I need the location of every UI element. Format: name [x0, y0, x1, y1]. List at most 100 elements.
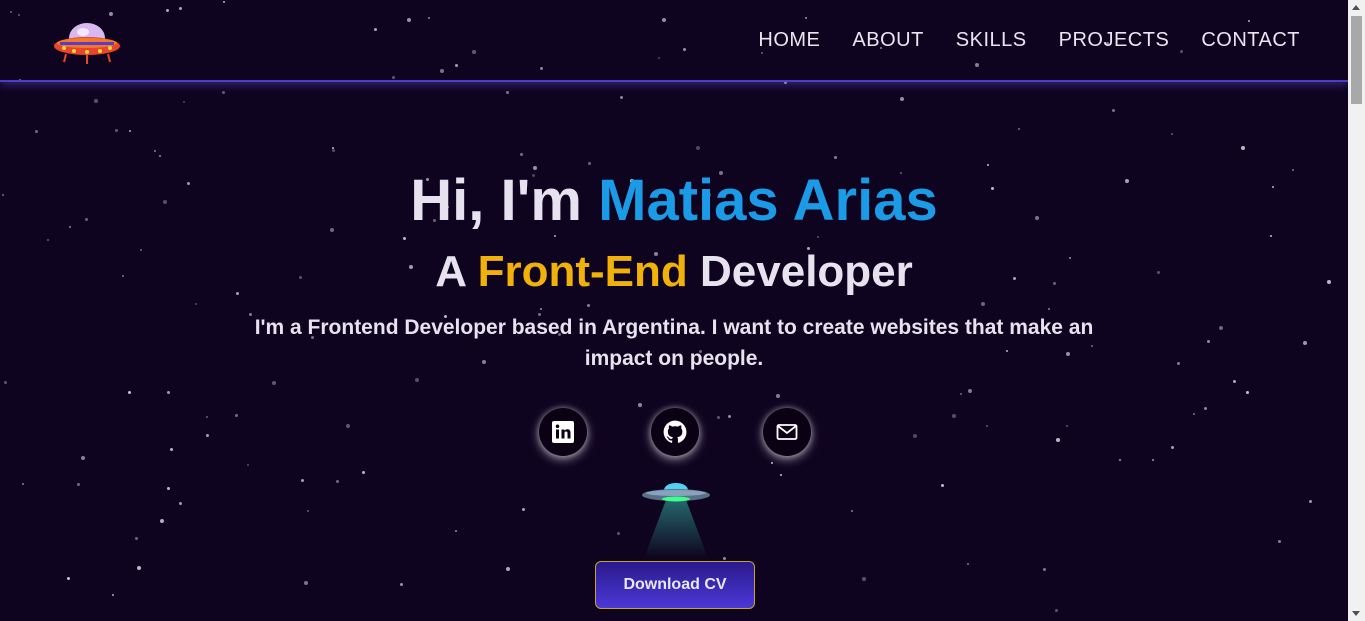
star-dot [1219, 326, 1223, 330]
mail-link[interactable] [763, 408, 811, 456]
ufo-logo-icon[interactable] [52, 18, 122, 68]
star-dot [206, 434, 209, 437]
star-dot [235, 414, 238, 417]
star-dot [1309, 500, 1312, 503]
star-dot [112, 594, 114, 596]
star-dot [332, 147, 334, 149]
star-dot [967, 563, 969, 565]
star-dot [1246, 391, 1249, 394]
star-dot [817, 236, 819, 238]
star-dot [780, 474, 782, 476]
star-dot [952, 414, 956, 418]
star-dot [115, 129, 118, 132]
star-dot [1233, 380, 1236, 383]
star-dot [35, 130, 38, 133]
star-dot [346, 424, 350, 428]
star-dot [415, 378, 419, 382]
star-dot [862, 577, 866, 581]
star-dot [1066, 425, 1068, 427]
page-scrollbar[interactable] [1348, 0, 1365, 621]
star-dot [67, 577, 70, 580]
star-dot [301, 479, 304, 482]
star-dot [400, 583, 403, 586]
github-link[interactable] [651, 408, 699, 456]
star-dot [522, 508, 525, 511]
star-dot [1207, 340, 1210, 343]
star-dot [94, 99, 98, 103]
star-dot [362, 471, 365, 474]
star-dot [129, 130, 131, 132]
star-dot [960, 393, 962, 395]
star-dot [1043, 568, 1046, 571]
linkedin-icon [552, 421, 574, 443]
role-highlight: Front-End [477, 247, 688, 296]
star-dot [620, 96, 623, 99]
star-dot [506, 91, 509, 94]
star-dot [170, 448, 173, 451]
site-header: HOME ABOUT SKILLS PROJECTS CONTACT [0, 0, 1348, 82]
role-prefix: A [435, 247, 466, 296]
star-dot [159, 155, 161, 157]
scrollbar-thumb[interactable] [1351, 16, 1362, 104]
nav-contact[interactable]: CONTACT [1201, 29, 1300, 51]
star-dot [22, 483, 24, 485]
scroll-up-icon[interactable] [1352, 5, 1360, 10]
star-dot [160, 519, 164, 523]
ufo-beam-icon [642, 483, 710, 558]
star-dot [81, 456, 85, 460]
star-dot [851, 510, 853, 512]
star-dot [1193, 413, 1195, 415]
star-dot [587, 304, 590, 307]
star-dot [1018, 128, 1020, 130]
star-dot [222, 91, 225, 94]
nav-about[interactable]: ABOUT [852, 29, 923, 51]
star-dot [986, 425, 988, 427]
star-dot [183, 101, 185, 103]
star-dot [455, 530, 457, 532]
hero-description: I'm a Frontend Developer based in Argent… [254, 316, 1094, 370]
star-dot [900, 97, 904, 101]
star-dot [1278, 540, 1281, 543]
star-dot [617, 532, 620, 535]
nav-projects[interactable]: PROJECTS [1059, 29, 1170, 51]
download-cv-button[interactable]: Download CV [595, 561, 755, 609]
star-dot [195, 303, 197, 305]
main-nav: HOME ABOUT SKILLS PROJECTS CONTACT [758, 29, 1300, 51]
star-dot [540, 308, 542, 310]
hero-subtitle: A Front-End Developer [0, 244, 1348, 300]
star-dot [834, 156, 837, 159]
star-dot [696, 146, 700, 150]
star-dot [1171, 446, 1174, 449]
nav-skills[interactable]: SKILLS [956, 29, 1027, 51]
star-dot [771, 462, 773, 464]
star-dot [304, 581, 308, 585]
star-dot [403, 237, 406, 240]
star-dot [206, 416, 208, 418]
github-icon [663, 420, 687, 443]
star-dot [1048, 308, 1050, 310]
star-dot [332, 149, 335, 152]
linkedin-link[interactable] [539, 408, 587, 456]
star-dot [1171, 133, 1173, 135]
star-dot [336, 480, 339, 483]
star-dot [1152, 459, 1154, 461]
star-dot [167, 391, 170, 394]
star-dot [1303, 341, 1307, 345]
star-dot [723, 557, 726, 560]
nav-home[interactable]: HOME [758, 29, 820, 51]
hero-title: Hi, I'm Matias Arias [0, 166, 1348, 236]
star-dot [520, 153, 523, 156]
star-dot [1204, 407, 1207, 410]
star-dot [77, 483, 80, 486]
star-dot [1055, 609, 1058, 612]
mail-icon [776, 424, 798, 440]
star-dot [1112, 109, 1115, 112]
star-dot [128, 391, 131, 394]
hero-name: Matias Arias [598, 168, 938, 233]
scroll-down-icon[interactable] [1352, 611, 1360, 616]
star-dot [941, 484, 944, 487]
star-dot [167, 487, 170, 490]
star-dot [137, 566, 141, 570]
star-dot [506, 567, 510, 571]
star-dot [307, 510, 309, 512]
